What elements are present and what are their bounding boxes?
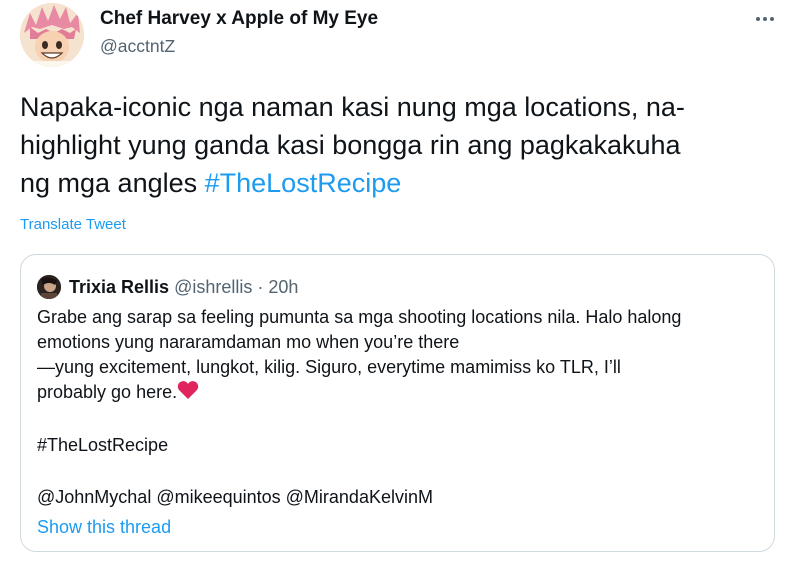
quoted-author-name[interactable]: Trixia Rellis [69, 277, 169, 297]
quoted-tweet-card[interactable]: Trixia Rellis @ishrellis · 20h Grabe ang… [20, 254, 775, 552]
author-avatar[interactable] [20, 3, 84, 67]
hashtag-link[interactable]: #TheLostRecipe [205, 168, 402, 198]
tweet-text-line: ng mga angles #TheLostRecipe [20, 164, 790, 202]
anime-character-avatar-icon [20, 3, 84, 67]
author-handle[interactable]: @acctntZ [100, 36, 175, 57]
show-thread-link[interactable]: Show this thread [37, 515, 171, 540]
quoted-timestamp[interactable]: 20h [268, 277, 298, 297]
author-name[interactable]: Chef Harvey x Apple of My Eye [100, 8, 378, 30]
translate-tweet-link[interactable]: Translate Tweet [20, 216, 126, 233]
separator-dot: · [257, 277, 264, 297]
tweet: Chef Harvey x Apple of My Eye @acctntZ N… [0, 0, 800, 561]
quoted-text-line: —yung excitement, lungkot, kilig. Siguro… [37, 357, 621, 377]
quoted-tweet-header: Trixia Rellis @ishrellis · 20h [69, 275, 298, 299]
tweet-text-fragment: ng mga angles [20, 168, 205, 198]
tweet-text-line: Napaka-iconic nga naman kasi nung mga lo… [20, 92, 685, 122]
more-options-icon[interactable] [752, 8, 778, 30]
quoted-hashtag: #TheLostRecipe [37, 435, 169, 455]
quoted-text-line: probably go here. [37, 380, 767, 405]
red-heart-icon [177, 381, 199, 399]
quoted-text-line: Grabe ang sarap sa feeling pumunta sa mg… [37, 307, 682, 327]
quoted-text-line: emotions yung nararamdaman mo when you’r… [37, 332, 460, 352]
tweet-text-line: highlight yung ganda kasi bongga rin ang… [20, 130, 681, 160]
quoted-tweet-body: Grabe ang sarap sa feeling pumunta sa mg… [37, 305, 767, 405]
quoted-text-fragment: probably go here. [37, 382, 178, 402]
quoted-author-avatar[interactable] [37, 275, 61, 299]
tweet-text: Napaka-iconic nga naman kasi nung mga lo… [20, 88, 790, 202]
quoted-author-handle[interactable]: @ishrellis [174, 277, 252, 297]
quoted-mentions: @JohnMychal @mikeequintos @MirandaKelvin… [37, 487, 433, 507]
quoted-avatar-photo-icon [37, 275, 61, 299]
